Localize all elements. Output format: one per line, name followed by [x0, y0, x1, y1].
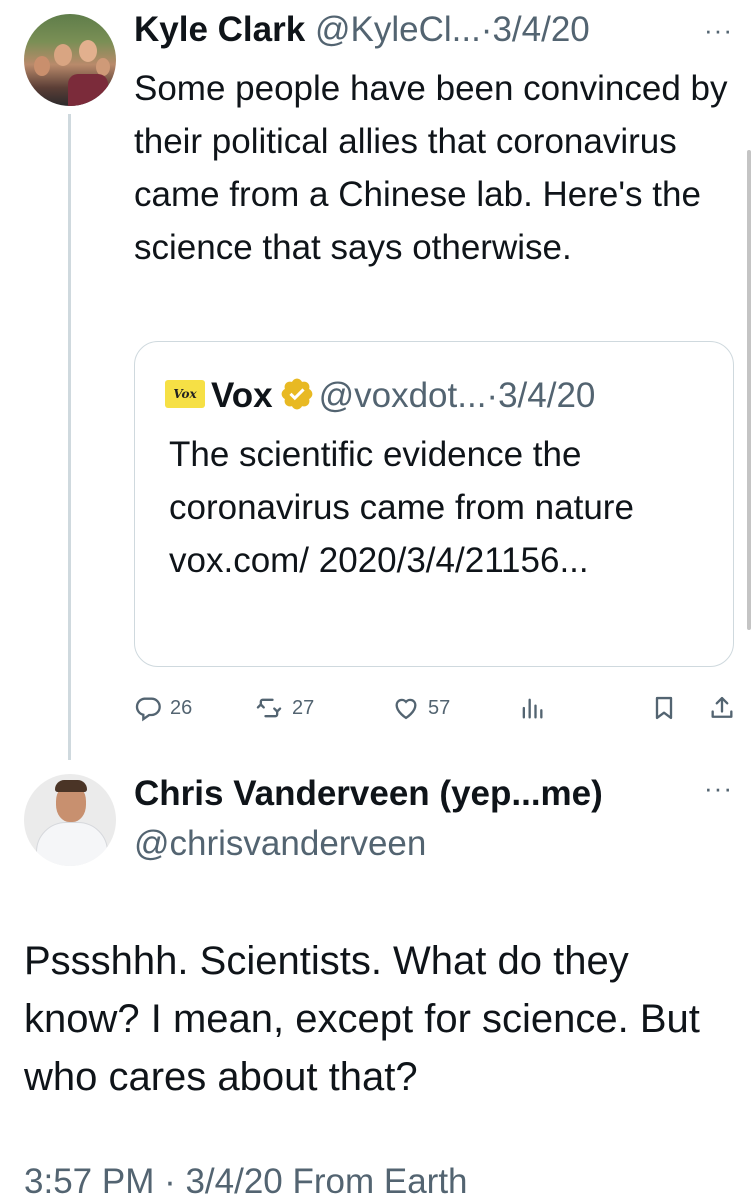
- quoted-tweet-header: Vox Vox @voxdot...·3/4/20: [165, 374, 595, 418]
- thread-connector-line: [68, 114, 71, 760]
- retweet-count: 27: [292, 696, 315, 719]
- like-button[interactable]: 57: [392, 688, 450, 728]
- reply-author-name[interactable]: Chris Vanderveen (yep...me): [134, 772, 603, 816]
- views-button[interactable]: [518, 688, 546, 728]
- retweet-button[interactable]: 27: [254, 688, 314, 728]
- tweet-action-bar: 26 27 57: [134, 688, 734, 728]
- separator-dot: ·: [486, 376, 499, 415]
- quoted-tweet-date[interactable]: 3/4/20: [498, 376, 595, 415]
- separator-dot: ·: [480, 10, 493, 49]
- quoted-author-name[interactable]: Vox: [211, 376, 273, 415]
- bookmark-icon: [655, 696, 673, 720]
- reply-button[interactable]: 26: [134, 688, 192, 728]
- like-count: 57: [428, 696, 451, 719]
- reply-tweet-text: Pssshhh. Scientists. What do they know? …: [24, 939, 700, 1099]
- retweet-icon: [256, 698, 282, 718]
- verified-badge-icon: [281, 378, 312, 410]
- share-icon: [711, 696, 733, 718]
- author-name[interactable]: Kyle Clark: [134, 10, 305, 49]
- scrollbar[interactable]: [747, 150, 751, 630]
- vox-logo-avatar[interactable]: Vox: [165, 379, 205, 408]
- share-button[interactable]: [708, 688, 736, 728]
- reply-count: 26: [170, 696, 193, 719]
- bookmark-button[interactable]: [650, 688, 678, 728]
- parent-tweet-text: Some people have been convinced by their…: [134, 69, 728, 267]
- reply-timestamp[interactable]: 3:57 PM · 3/4/20 From Earth: [24, 1160, 468, 1200]
- reply-icon: [135, 697, 161, 722]
- author-handle[interactable]: @KyleCl...: [315, 10, 481, 49]
- tweet-thread-page: Kyle Clark @KyleCl...·3/4/20 ··· Some pe…: [0, 0, 753, 1200]
- quoted-author-handle[interactable]: @voxdot...: [319, 376, 487, 415]
- views-chart-icon: [522, 698, 543, 719]
- quoted-tweet-card[interactable]: Vox Vox @voxdot...·3/4/20 The scientific …: [134, 341, 734, 667]
- avatar-chris-vanderveen[interactable]: [24, 774, 116, 866]
- tweet-date[interactable]: 3/4/20: [492, 10, 589, 49]
- more-options-icon[interactable]: ···: [704, 17, 733, 43]
- reply-author-handle[interactable]: @chrisvanderveen: [134, 822, 426, 866]
- quoted-tweet-text: The scientific evidence the coronavirus …: [169, 435, 634, 580]
- heart-icon: [395, 698, 417, 720]
- parent-tweet-header: Kyle Clark @KyleCl...·3/4/20 ···: [134, 8, 753, 52]
- reply-more-options-icon[interactable]: ···: [704, 775, 733, 801]
- avatar-kyle-clark[interactable]: [24, 14, 116, 106]
